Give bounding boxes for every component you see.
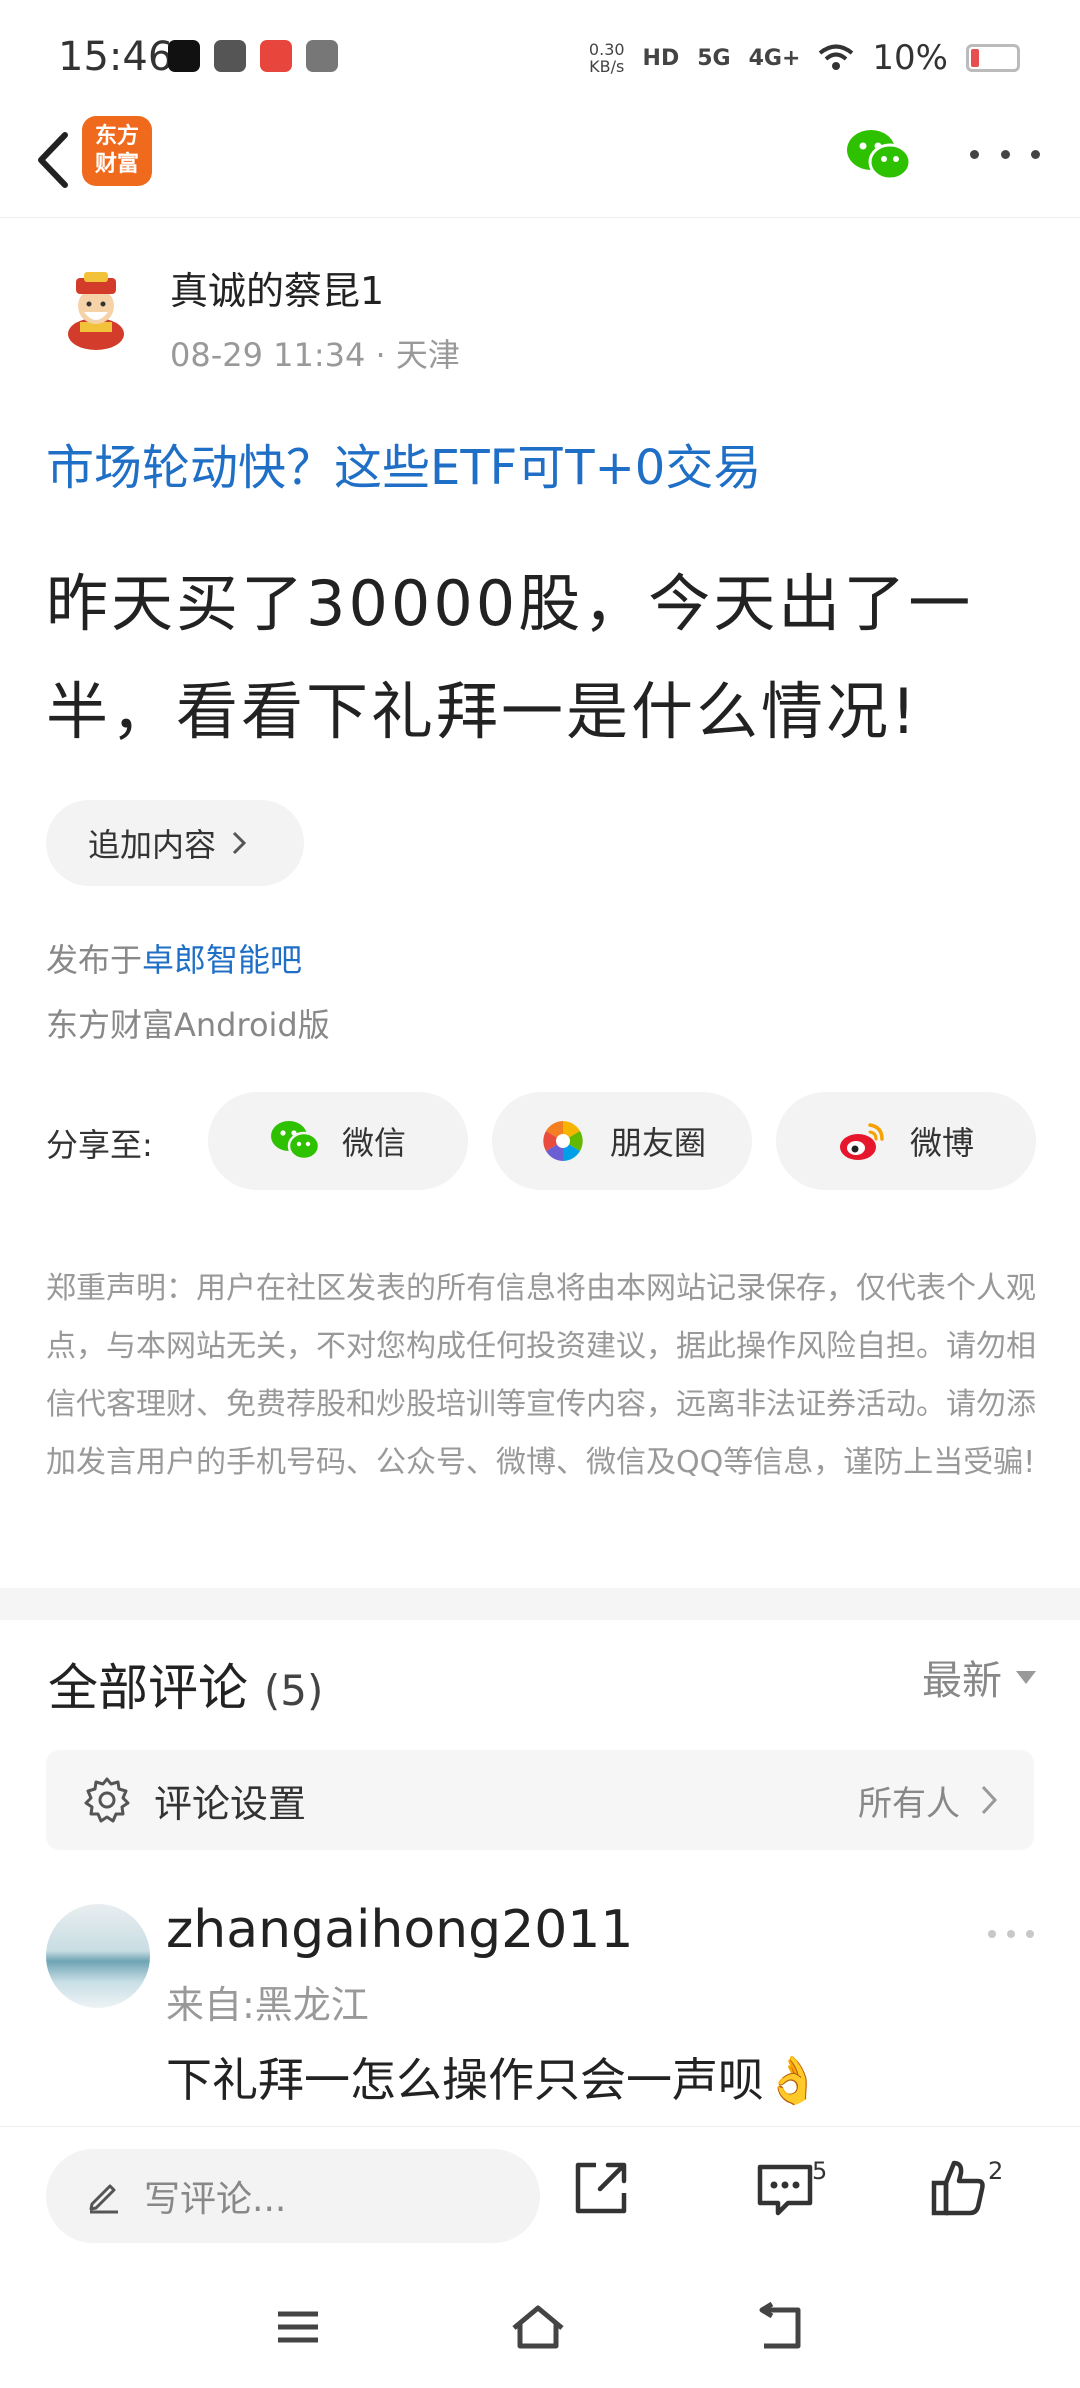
- post-location: 天津: [395, 336, 460, 374]
- comments-title: 全部评论 (5): [48, 1659, 324, 1717]
- eastmoney-logo[interactable]: 东方 财富: [82, 116, 152, 186]
- status-app-icons: [168, 40, 338, 72]
- comment-text: 下礼拜一怎么操作只会一声呗👌: [166, 2053, 822, 2107]
- author-name[interactable]: 真诚的蔡昆1: [170, 260, 384, 315]
- wechat-icon: [270, 1121, 320, 1161]
- link-icon: [306, 40, 338, 72]
- share-label: 分享至:: [46, 1126, 153, 1164]
- post-body: 昨天买了30000股，今天出了一半，看看下礼拜一是什么情况!: [46, 567, 974, 748]
- battery-text: 10%: [872, 38, 948, 78]
- network-speed: 0.30 KB/s: [588, 40, 625, 76]
- app-red-icon: [260, 40, 292, 72]
- sort-dropdown[interactable]: 最新: [922, 1648, 1036, 1706]
- wifi-icon: [819, 44, 854, 70]
- promo-link[interactable]: 市场轮动快？这些ETF可T+0交易: [46, 428, 761, 498]
- system-nav-bar: [0, 2262, 1080, 2388]
- wechat-share-icon[interactable]: [846, 128, 912, 184]
- share-moments-button[interactable]: 朋友圈: [492, 1092, 752, 1190]
- share-wechat-label: 微信: [341, 1124, 406, 1162]
- battery-icon: [966, 44, 1020, 72]
- hd-icon: HD: [642, 45, 680, 71]
- comment-settings-label: 评论设置: [154, 1781, 307, 1826]
- more-options-button[interactable]: [970, 134, 1040, 174]
- sort-label: 最新: [922, 1658, 1002, 1704]
- section-divider: [0, 1588, 1080, 1620]
- caret-down-icon: [1016, 1670, 1036, 1684]
- share-weibo-button[interactable]: 微博: [776, 1092, 1036, 1190]
- append-content-button[interactable]: 追加内容: [46, 800, 304, 886]
- post-meta: 08-29 11:34 · 天津: [170, 336, 460, 374]
- commenter-name[interactable]: zhangaihong2011: [166, 1900, 633, 1960]
- status-bar: 15:46 0.30 KB/s HD 5G 4G+ 10%: [0, 0, 1080, 110]
- comment-icon[interactable]: [750, 2153, 820, 2223]
- posted-in: 发布于卓郎智能吧: [46, 941, 303, 979]
- status-time: 15:46: [58, 34, 174, 80]
- status-indicators: 0.30 KB/s HD 5G 4G+ 10%: [589, 38, 1020, 78]
- comment-count-badge: 5: [812, 2157, 828, 2185]
- moments-icon: [543, 1121, 583, 1161]
- back-button[interactable]: [22, 120, 82, 200]
- bottom-action-bar: 写评论... 5 2: [0, 2126, 1080, 2262]
- tiktok-icon: [168, 40, 200, 72]
- top-nav: 东方 财富: [0, 110, 1080, 218]
- chevron-right-icon: [981, 1785, 998, 1815]
- comment-settings-row[interactable]: 评论设置 所有人: [46, 1750, 1034, 1850]
- like-icon[interactable]: [924, 2153, 994, 2223]
- pencil-icon: [89, 2184, 118, 2214]
- app-icon: [214, 40, 246, 72]
- author-avatar[interactable]: [54, 268, 138, 352]
- share-weibo-label: 微博: [909, 1124, 974, 1162]
- append-content-label: 追加内容: [88, 826, 217, 864]
- chevron-right-icon: [232, 831, 247, 855]
- home-icon[interactable]: [508, 2302, 568, 2352]
- like-count-badge: 2: [988, 2157, 1004, 2185]
- gear-icon: [84, 1777, 130, 1823]
- back-nav-icon[interactable]: [750, 2302, 810, 2352]
- post-date: 08-29 11:34: [170, 336, 366, 374]
- client-info: 东方财富Android版: [46, 1006, 330, 1044]
- comment-more-button[interactable]: [988, 1930, 1034, 1938]
- disclaimer-text: 郑重声明：用户在社区发表的所有信息将由本网站记录保存，仅代表个人观点，与本网站无…: [46, 1271, 1036, 1480]
- stock-bar-link[interactable]: 卓郎智能吧: [142, 941, 302, 979]
- comments-count: (5): [263, 1666, 324, 1715]
- commenter-location: 来自:黑龙江: [166, 1983, 369, 2027]
- commenter-avatar[interactable]: [46, 1904, 150, 2008]
- share-moments-label: 朋友圈: [609, 1124, 706, 1162]
- signal-4g-icon: 4G+: [748, 45, 801, 71]
- menu-icon[interactable]: [268, 2302, 328, 2352]
- write-comment-placeholder: 写评论...: [144, 2179, 287, 2220]
- write-comment-input[interactable]: 写评论...: [46, 2149, 540, 2243]
- weibo-icon: [839, 1123, 884, 1160]
- signal-5g-icon: 5G: [697, 45, 731, 71]
- chevron-left-icon: [38, 132, 68, 188]
- share-wechat-button[interactable]: 微信: [208, 1092, 468, 1190]
- share-icon[interactable]: [566, 2153, 636, 2223]
- comment-settings-value: 所有人: [858, 1783, 960, 1824]
